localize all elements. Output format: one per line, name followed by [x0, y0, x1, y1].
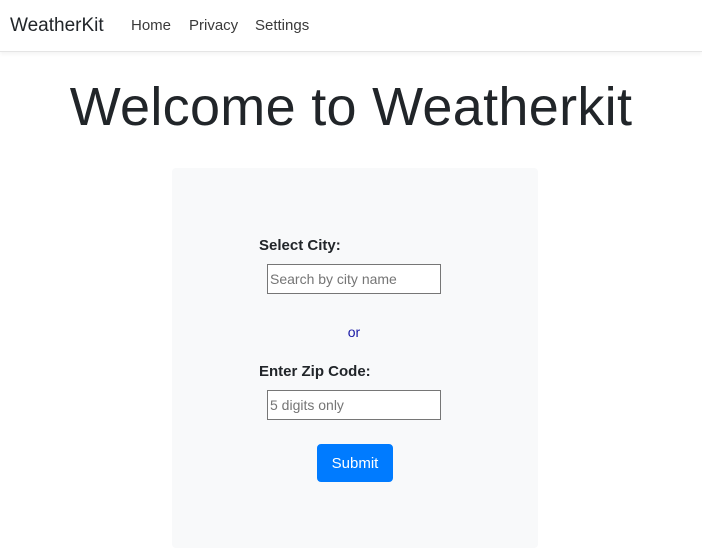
- nav-link-home[interactable]: Home: [131, 16, 171, 36]
- page-title: Welcome to Weatherkit: [69, 77, 633, 137]
- or-separator-text: or: [347, 324, 361, 340]
- nav-link-privacy[interactable]: Privacy: [189, 16, 238, 36]
- nav-link-settings[interactable]: Settings: [255, 16, 309, 36]
- search-form-panel: [172, 168, 538, 548]
- zip-code-label: Enter Zip Code:: [259, 363, 371, 380]
- submit-button[interactable]: Submit: [317, 444, 393, 482]
- zip-code-input[interactable]: [267, 390, 441, 420]
- brand-logo-link[interactable]: WeatherKit: [10, 14, 104, 38]
- city-search-input[interactable]: [267, 264, 441, 294]
- top-navbar: WeatherKit Home Privacy Settings: [0, 0, 702, 52]
- city-label: Select City:: [259, 237, 341, 254]
